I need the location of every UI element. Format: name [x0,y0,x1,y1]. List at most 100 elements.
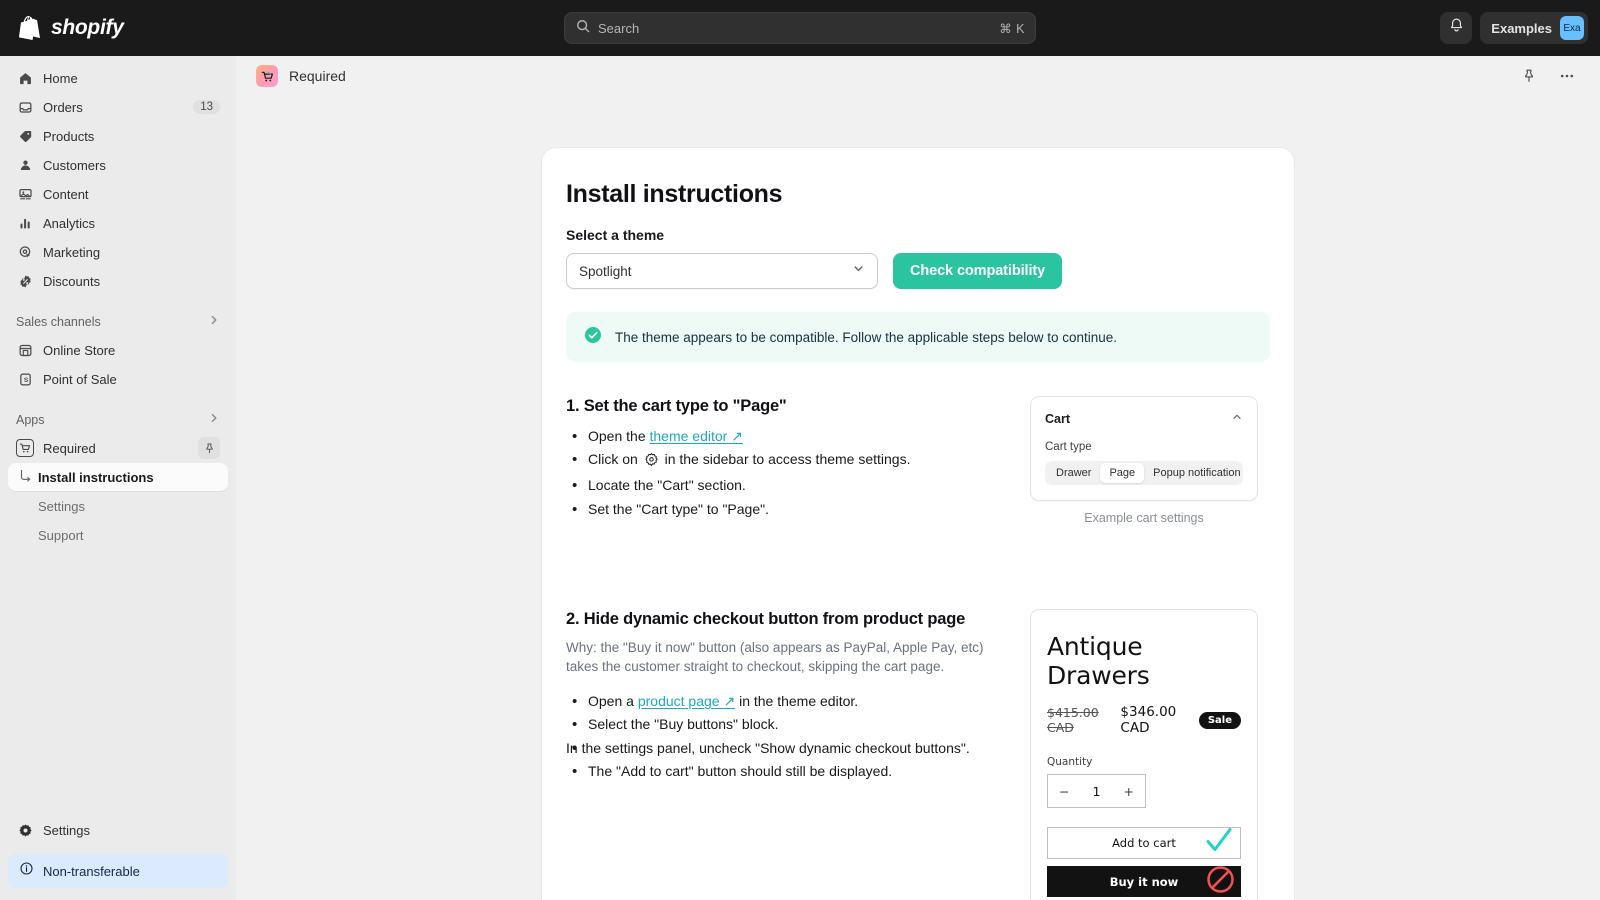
pin-icon[interactable] [1516,63,1542,89]
list-item: Locate the "Cart" section. [566,473,1018,498]
check-compatibility-button[interactable]: Check compatibility [893,253,1063,289]
list-item: Select the "Buy buttons" block. [566,712,1018,737]
sidebar-item-label: Content [43,186,89,202]
sidebar-item-discounts[interactable]: Discounts [8,267,228,295]
product-page-link[interactable]: product page ↗ [638,693,735,709]
step-2-why: Why: the "Buy it now" button (also appea… [566,639,984,674]
sidebar-item-marketing[interactable]: Marketing [8,238,228,266]
add-to-cart-label: Add to cart [1112,836,1176,850]
brand-wordmark: shopify [51,16,124,39]
shopify-brand[interactable]: shopify [0,15,236,41]
sidebar-item-label: Customers [43,157,106,173]
step-1-text: 1. Set the cart type to "Page" Open the … [566,396,1018,525]
sidebar-item-online-store[interactable]: Online Store [8,336,228,364]
sidebar-item-label: Point of Sale [43,371,117,387]
step-2: 2. Hide dynamic checkout button from pro… [566,609,1270,900]
theme-field-label: Select a theme [566,227,665,243]
theme-editor-link[interactable]: theme editor ↗ [650,428,743,444]
non-transferable-label: Non-transferable [43,863,140,879]
main-content: Required Install instructions Select a t… [236,56,1600,900]
bullet-text: Select the "Buy buttons" block. [588,716,779,733]
cart-type-option-popup[interactable]: Popup notification [1144,463,1249,483]
sidebar-item-label: Marketing [43,244,101,260]
sidebar-item-label: Required [43,440,96,456]
product-price-sale: $346.00 CAD [1120,704,1177,736]
product-price-row: $415.00 CAD $346.00 CAD Sale [1047,704,1241,736]
marketing-target-icon [16,245,34,260]
shopify-bag-icon [18,15,42,41]
sidebar-subitem-label: Settings [38,498,85,514]
page-title: Required [289,68,346,84]
list-item: Set the "Cart type" to "Page". [566,497,1018,522]
bell-icon [1448,17,1465,39]
cart-section-header: Cart [1045,410,1243,428]
bullet-text: Set the "Cart type" to "Page". [588,500,769,517]
buy-it-now-button[interactable]: Buy it now [1047,865,1241,899]
step-1: 1. Set the cart type to "Page" Open the … [566,396,1270,525]
quantity-decrement-button[interactable]: − [1059,784,1069,799]
cart-type-option-drawer[interactable]: Drawer [1047,463,1100,483]
search-placeholder: Search [598,20,640,36]
check-mark-icon [1204,827,1234,860]
store-switcher[interactable]: Examples Exa [1480,12,1588,44]
sidebar-item-install-instructions[interactable]: Install instructions [8,463,228,491]
prohibition-icon [1206,865,1235,899]
non-transferable-badge[interactable]: Non-transferable [8,854,228,888]
chevron-down-icon [852,262,865,280]
step-2-text: 2. Hide dynamic checkout button from pro… [566,609,1018,900]
quantity-stepper[interactable]: − 1 + [1047,774,1146,808]
cart-type-label: Cart type [1045,441,1092,453]
compatibility-banner-text: The theme appears to be compatible. Foll… [615,329,1118,345]
list-item: In the settings panel, uncheck "Show dyn… [566,736,1018,761]
sidebar-item-content[interactable]: Content [8,180,228,208]
info-circle-icon [19,861,34,881]
status-badge: Sale [1198,711,1241,729]
sidebar-item-settings[interactable]: Settings [8,816,228,844]
sidebar-item-home[interactable]: Home [8,64,228,92]
cart-type-segmented-control: Drawer Page Popup notification [1045,461,1243,485]
theme-select[interactable]: Spotlight [566,253,878,289]
chevron-right-icon [208,411,220,429]
sidebar-item-products[interactable]: Products [8,122,228,150]
bullet-text: Open the [588,427,650,444]
search-input[interactable]: Search ⌘ K [564,12,1036,44]
sidebar-item-customers[interactable]: Customers [8,151,228,179]
list-item: Open the theme editor ↗ [566,424,1018,449]
notifications-button[interactable] [1440,12,1473,44]
sidebar-item-app-support[interactable]: Support [8,521,228,549]
search-icon [576,19,590,38]
bullet-text: Click on [588,451,642,467]
bullet-text: In the settings panel, uncheck "Show dyn… [566,739,970,756]
sidebar-item-point-of-sale[interactable]: S Point of Sale [8,365,228,393]
sidebar-subitem-label: Install instructions [38,469,154,485]
chevron-up-icon[interactable] [1231,410,1243,428]
sidebar-item-orders[interactable]: Orders 13 [8,93,228,121]
quantity-increment-button[interactable]: + [1124,784,1134,799]
cart-type-option-page[interactable]: Page [1100,463,1145,483]
add-to-cart-button[interactable]: Add to cart [1047,827,1241,859]
sidebar-item-label: Products [43,128,95,144]
quantity-label: Quantity [1047,756,1093,768]
bullet-text: in the sidebar to access theme settings. [660,451,911,467]
sidebar-item-analytics[interactable]: Analytics [8,209,228,237]
ellipsis-icon[interactable] [1554,63,1580,89]
home-icon [16,71,34,86]
step-1-preview: Cart Cart type Drawer Page Popup notific… [1030,396,1258,525]
compatibility-banner: The theme appears to be compatible. Foll… [566,312,1270,362]
cart-preview-caption: Example cart settings [1084,511,1204,525]
sidebar-item-app-settings[interactable]: Settings [8,492,228,520]
sidebar-item-label: Online Store [43,342,116,358]
sidebar-group-apps[interactable]: Apps [8,406,228,434]
step-2-bullets: Open a product page ↗ in the theme edito… [566,689,1018,785]
sidebar-item-label: Home [43,70,78,86]
sidebar-group-sales-channels[interactable]: Sales channels [8,308,228,336]
bullet-text: Open a [588,692,638,709]
cart-settings-preview: Cart Cart type Drawer Page Popup notific… [1030,396,1258,501]
theme-selection-row: Spotlight Check compatibility [566,253,1270,289]
pin-icon[interactable] [198,437,220,459]
sidebar-item-required-app[interactable]: Required [8,434,228,462]
product-page-preview: Antique Drawers $415.00 CAD $346.00 CAD … [1030,609,1258,900]
global-search[interactable]: Search ⌘ K [564,12,1036,44]
bullet-text: in the theme editor. [735,692,859,709]
sidebar-footer: Settings Non-transferable [8,816,228,900]
